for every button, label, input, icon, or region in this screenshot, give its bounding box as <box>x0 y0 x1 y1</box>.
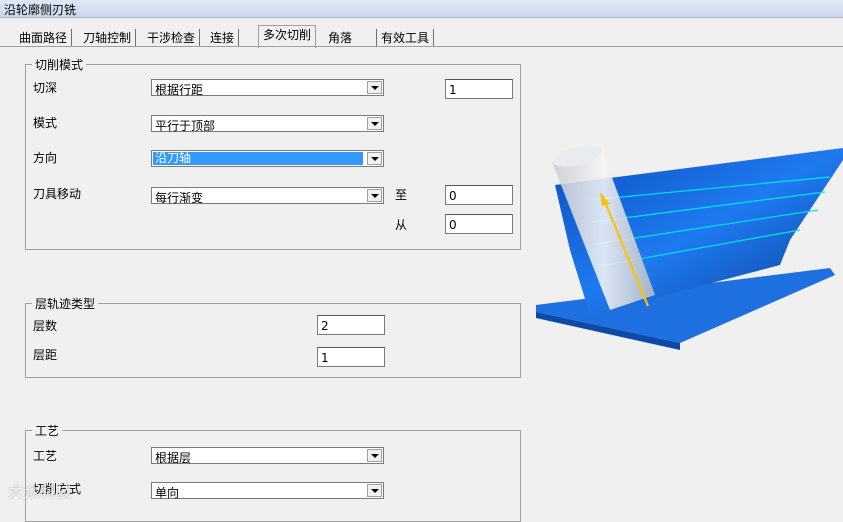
process-select[interactable]: 根据层 <box>151 447 384 465</box>
tab-corners[interactable]: 角落 <box>324 29 377 47</box>
process-legend: 工艺 <box>32 422 63 439</box>
cut-mode-legend: 切削模式 <box>32 56 87 73</box>
chevron-down-icon[interactable] <box>367 189 382 202</box>
window-title: 沿轮廓侧刃铣 <box>4 3 77 17</box>
direction-select-value: 沿刀轴 <box>153 152 363 165</box>
cut-style-select[interactable]: 单向 <box>151 482 384 500</box>
process-group <box>25 430 521 522</box>
layer-count-input[interactable]: 2 <box>317 315 385 335</box>
tool-move-label: 刀具移动 <box>33 187 82 201</box>
swarf-milling-illustration <box>536 145 843 350</box>
depth-label: 切深 <box>33 81 58 95</box>
tab-collision-check[interactable]: 干涉检查 <box>143 29 201 47</box>
cut-style-select-value: 单向 <box>155 486 180 500</box>
chevron-down-icon[interactable] <box>367 117 382 130</box>
depth-select-value: 根据行距 <box>155 83 204 97</box>
chevron-down-icon[interactable] <box>367 81 382 94</box>
watermark: 大众科技 <box>8 482 73 501</box>
tab-links[interactable]: 连接 <box>206 29 240 47</box>
process-label: 工艺 <box>33 449 58 463</box>
mode-select-value: 平行于顶部 <box>155 119 216 133</box>
to-input[interactable]: 0 <box>445 185 513 205</box>
tab-surface-path[interactable]: 曲面路径 <box>15 29 73 47</box>
layer-spacing-value: 1 <box>321 351 329 365</box>
to-label: 至 <box>395 188 408 202</box>
layer-path-group <box>25 303 521 378</box>
direction-select[interactable]: 沿刀轴 <box>151 150 384 167</box>
from-input-value: 0 <box>449 218 457 232</box>
layer-spacing-label: 层距 <box>33 348 58 362</box>
tool-move-select[interactable]: 每行渐变 <box>151 187 384 205</box>
chevron-down-icon[interactable] <box>367 484 382 497</box>
depth-select[interactable]: 根据行距 <box>151 79 384 97</box>
from-label: 从 <box>395 218 408 232</box>
depth-input-value: 1 <box>449 83 457 97</box>
tab-tool-axis[interactable]: 刀轴控制 <box>79 29 137 47</box>
mode-select[interactable]: 平行于顶部 <box>151 115 384 133</box>
layer-count-label: 层数 <box>33 319 58 333</box>
from-input[interactable]: 0 <box>445 214 513 234</box>
layer-spacing-input[interactable]: 1 <box>317 347 385 367</box>
chevron-down-icon[interactable] <box>367 449 382 462</box>
tool-move-select-value: 每行渐变 <box>155 191 204 205</box>
to-input-value: 0 <box>449 189 457 203</box>
tab-multiple-cuts[interactable]: 多次切削 <box>258 25 317 48</box>
tab-valid-tools[interactable]: 有效工具 <box>377 29 435 47</box>
layer-path-legend: 层轨迹类型 <box>32 295 99 312</box>
process-select-value: 根据层 <box>155 451 192 465</box>
mode-label: 模式 <box>33 116 58 130</box>
title-bar: 沿轮廓侧刃铣 <box>0 0 843 18</box>
tab-strip: 曲面路径 刀轴控制 干涉检查 连接 多次切削 角落 有效工具 <box>0 25 843 48</box>
depth-input[interactable]: 1 <box>445 79 513 99</box>
direction-label: 方向 <box>33 151 58 165</box>
layer-count-value: 2 <box>321 319 329 333</box>
tab-divider <box>0 46 843 47</box>
chevron-down-icon[interactable] <box>367 152 382 165</box>
